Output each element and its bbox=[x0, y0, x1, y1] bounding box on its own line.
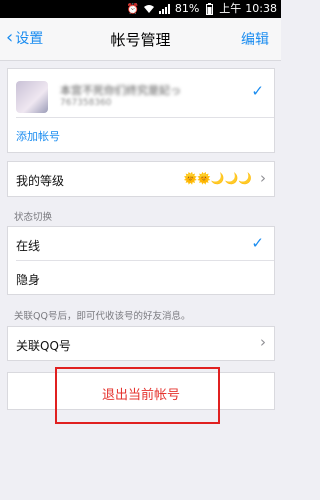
wifi-icon bbox=[143, 3, 155, 15]
add-account-row[interactable]: 添加帐号 bbox=[8, 118, 274, 152]
status-bar: ⏰ 81% 上午 10:38 bbox=[0, 0, 281, 18]
level-row[interactable]: 我的等级 🌞🌞🌙🌙🌙 › bbox=[8, 162, 274, 196]
account-nickname: 本宫不死你们终究是妃っ bbox=[60, 84, 181, 97]
linked-qq-hint: 关联QQ号后，即可代收该号的好友消息。 bbox=[14, 311, 191, 322]
chevron-right-icon: › bbox=[260, 333, 266, 351]
checkmark-icon: ✓ bbox=[251, 82, 264, 100]
level-group: 我的等级 🌞🌞🌙🌙🌙 › bbox=[7, 161, 275, 197]
checkmark-icon: ✓ bbox=[251, 234, 264, 252]
alarm-icon: ⏰ bbox=[126, 3, 140, 15]
battery-percent: 81% bbox=[174, 2, 200, 15]
navigation-bar: ‹ 设置 帐号管理 编辑 bbox=[0, 18, 281, 61]
chevron-right-icon: › bbox=[260, 169, 266, 187]
add-account-link[interactable]: 添加帐号 bbox=[16, 128, 60, 144]
status-bar-time: 10:38 bbox=[245, 2, 277, 15]
battery-icon bbox=[203, 3, 215, 15]
account-qq-number: 767358360 bbox=[60, 98, 112, 108]
level-label: 我的等级 bbox=[16, 174, 65, 188]
linked-qq-row[interactable]: 关联QQ号 › bbox=[8, 327, 274, 360]
status-switch-group: 在线 ✓ 隐身 bbox=[7, 226, 275, 295]
level-icons: 🌞🌞🌙🌙🌙 bbox=[183, 172, 252, 185]
highlight-annotation bbox=[55, 367, 220, 424]
edit-button[interactable]: 编辑 bbox=[241, 29, 269, 49]
signal-icon bbox=[159, 3, 171, 15]
status-bar-period: 上午 bbox=[219, 2, 242, 15]
linked-qq-label: 关联QQ号 bbox=[16, 339, 71, 353]
status-bar-right: ⏰ 81% 上午 10:38 bbox=[127, 2, 277, 16]
status-option-invisible[interactable]: 隐身 bbox=[8, 261, 274, 294]
linked-qq-group: 关联QQ号 › bbox=[7, 326, 275, 361]
account-group: 本宫不死你们终究是妃っ 767358360 ✓ 添加帐号 bbox=[7, 68, 275, 153]
status-option-online[interactable]: 在线 ✓ bbox=[8, 227, 274, 260]
status-option-label: 隐身 bbox=[16, 273, 41, 287]
status-option-label: 在线 bbox=[16, 239, 41, 253]
page-title: 帐号管理 bbox=[110, 31, 171, 49]
status-switch-header: 状态切换 bbox=[14, 212, 53, 223]
avatar bbox=[16, 81, 48, 113]
current-account-row[interactable]: 本宫不死你们终究是妃っ 767358360 ✓ bbox=[8, 69, 274, 117]
